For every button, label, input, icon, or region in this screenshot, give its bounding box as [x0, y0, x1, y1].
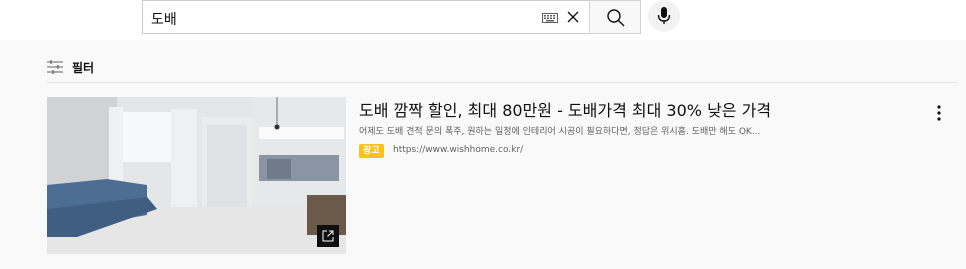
ad-description: 어제도 도배 견적 문의 폭주, 원하는 일정에 인테리어 시공이 필요하다면,…: [359, 127, 761, 137]
ad-title[interactable]: 도배 깜짝 할인, 최대 80만원 - 도배가격 최대 30% 낮은 가격: [359, 97, 771, 121]
voice-search-button[interactable]: [648, 0, 680, 32]
ad-badge: 광고: [359, 144, 384, 158]
filter-sliders-icon: [47, 60, 63, 74]
close-icon[interactable]: [565, 9, 581, 25]
more-vert-icon[interactable]: [932, 104, 946, 122]
microphone-icon: [657, 7, 671, 24]
divider: [47, 82, 957, 83]
filter-label: 필터: [72, 61, 95, 75]
search-icon: [607, 9, 625, 27]
search-query-text[interactable]: 도배: [151, 9, 177, 29]
ad-thumbnail[interactable]: [47, 97, 346, 254]
ad-url[interactable]: https://www.wishhome.co.kr/: [393, 145, 523, 155]
search-button[interactable]: [589, 0, 641, 34]
keyboard-icon[interactable]: [542, 13, 558, 23]
search-input[interactable]: 도배: [142, 0, 589, 34]
open-external-icon: [322, 230, 334, 242]
ad-room-image: [47, 97, 346, 254]
open-external-button[interactable]: [317, 225, 339, 247]
top-search-bar: 도배: [0, 0, 966, 40]
